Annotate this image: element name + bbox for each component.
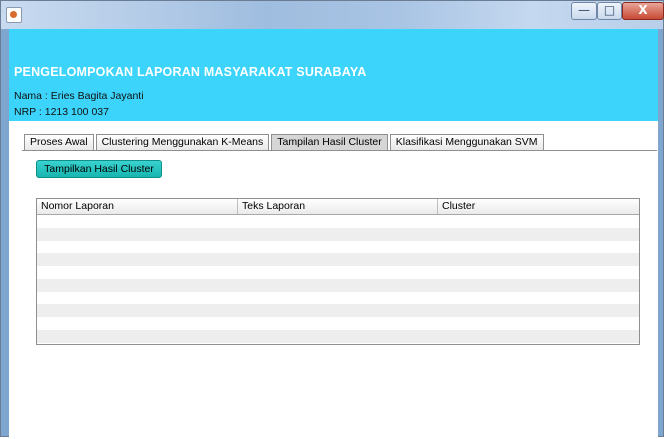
tab-tampilan-hasil-cluster[interactable]: Tampilan Hasil Cluster [271,134,388,150]
table-row[interactable] [37,291,639,305]
tab-proses-awal[interactable]: Proses Awal [24,134,94,150]
tab-bar: Proses Awal Clustering Menggunakan K-Mea… [24,134,546,151]
show-cluster-results-button[interactable]: Tampilkan Hasil Cluster [36,160,162,178]
window-content: PENGELOMPOKAN LAPORAN MASYARAKAT SURABAY… [9,29,658,438]
table-row[interactable] [37,215,639,228]
table-row[interactable] [37,253,639,266]
tab-klasifikasi-svm[interactable]: Klasifikasi Menggunakan SVM [389,134,544,150]
table-row[interactable] [37,227,639,241]
table-row[interactable] [37,278,639,292]
student-name: Nama : Eries Bagita Jayanti [14,90,144,102]
table-row[interactable] [37,317,639,330]
tab-clustering-kmeans[interactable]: Clustering Menggunakan K-Means [95,134,270,150]
column-header-nomor-laporan[interactable]: Nomor Laporan [37,199,238,214]
results-table[interactable]: Nomor Laporan Teks Laporan Cluster [36,198,640,345]
maximize-button[interactable]: □ [597,2,622,20]
table-row[interactable] [37,329,639,343]
minimize-button[interactable]: — [571,2,597,20]
table-row[interactable] [37,266,639,279]
app-window: — □ X PENGELOMPOKAN LAPORAN MASYARAKAT S… [0,0,664,438]
window-titlebar[interactable]: — □ X [1,1,664,29]
column-header-teks-laporan[interactable]: Teks Laporan [238,199,438,214]
header-banner: PENGELOMPOKAN LAPORAN MASYARAKAT SURABAY… [9,29,658,121]
table-row[interactable] [37,304,639,317]
close-button[interactable]: X [622,2,664,20]
student-nrp: NRP : 1213 100 037 [14,106,109,118]
table-header: Nomor Laporan Teks Laporan Cluster [37,199,639,215]
column-header-cluster[interactable]: Cluster [438,199,639,214]
java-app-icon [6,7,22,23]
table-row[interactable] [37,240,639,254]
app-title: PENGELOMPOKAN LAPORAN MASYARAKAT SURABAY… [14,65,367,79]
table-body [37,215,639,343]
